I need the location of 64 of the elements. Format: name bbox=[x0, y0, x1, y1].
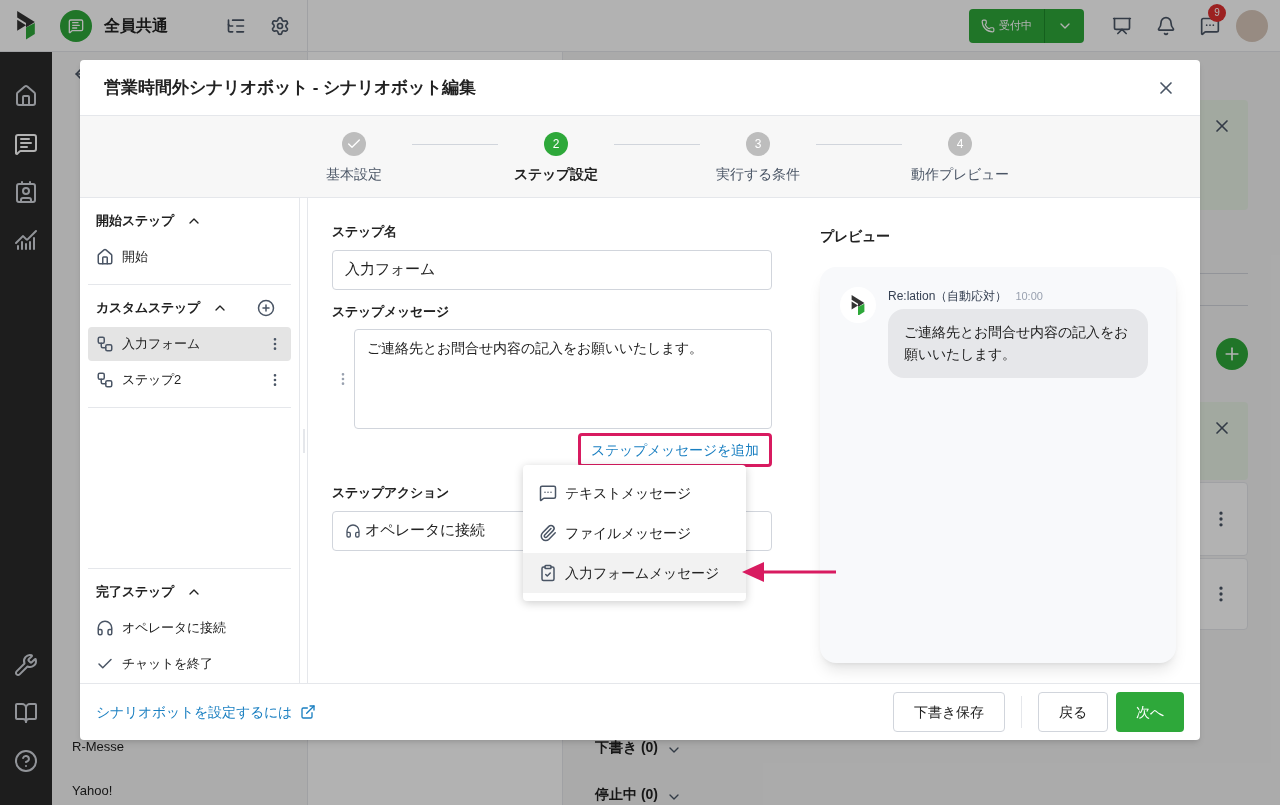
settings-icon[interactable] bbox=[270, 15, 290, 36]
board-icon[interactable] bbox=[1112, 15, 1132, 36]
headset-icon bbox=[96, 619, 114, 637]
external-link-icon[interactable] bbox=[300, 704, 316, 720]
section-heading[interactable]: 停止中 (0) bbox=[595, 784, 658, 805]
dialog-title: 営業時間外シナリオボット - シナリオボット編集 bbox=[104, 76, 477, 99]
paperclip-icon bbox=[539, 524, 557, 542]
phone-icon bbox=[981, 18, 995, 33]
add-icon[interactable] bbox=[257, 299, 275, 317]
group-heading: 開始ステップ bbox=[96, 212, 174, 231]
menu-item[interactable]: ファイルメッセージ bbox=[523, 513, 746, 553]
preview-title: プレビュー bbox=[820, 227, 891, 246]
menu-item[interactable]: 入力フォームメッセージ bbox=[523, 553, 746, 593]
chat-bubble-icon bbox=[539, 484, 557, 502]
notification-badge: 9 bbox=[1208, 3, 1226, 22]
step-name-field[interactable]: 入力フォーム bbox=[332, 249, 772, 290]
home-icon[interactable] bbox=[14, 84, 38, 108]
footer-button[interactable]: 下書き保存 bbox=[893, 692, 1005, 732]
help-icon[interactable] bbox=[14, 749, 38, 773]
message-time: 10:00 bbox=[1015, 288, 1043, 304]
sidebar-item[interactable]: Yahoo! bbox=[72, 784, 113, 797]
step-indicator: 4 bbox=[948, 132, 972, 156]
sidebar-item[interactable]: R-Messe bbox=[72, 740, 124, 753]
bot-avatar-icon bbox=[850, 294, 866, 316]
step-label: ステップ設定 bbox=[514, 165, 598, 184]
step-label: 実行する条件 bbox=[716, 165, 800, 184]
contact-icon[interactable] bbox=[14, 180, 38, 204]
step-node-icon bbox=[96, 335, 114, 353]
field-label: ステップアクション bbox=[332, 484, 449, 502]
step-item[interactable]: チャットを終了 bbox=[88, 647, 291, 681]
tools-icon[interactable] bbox=[14, 653, 38, 677]
chat-icon[interactable] bbox=[1200, 15, 1220, 36]
field-label: ステップメッセージ bbox=[332, 302, 449, 321]
group-heading: 完了ステップ bbox=[96, 583, 174, 602]
step-item[interactable]: 入力フォーム bbox=[88, 327, 291, 361]
chart-icon[interactable] bbox=[14, 228, 38, 252]
chat-bubble: ご連絡先とお問合せ内容の記入をお願いいたします。 bbox=[888, 309, 1148, 378]
workspace-icon bbox=[60, 9, 92, 42]
sender-name: Re:lation（自動応対） bbox=[888, 288, 1008, 305]
footer-button[interactable]: 戻る bbox=[1038, 692, 1108, 732]
step-item[interactable]: オペレータに接続 bbox=[88, 611, 291, 645]
logo-icon bbox=[15, 11, 37, 40]
group-heading: カスタムステップ bbox=[96, 299, 200, 318]
message-field[interactable]: ご連絡先とお問合せ内容の記入をお願いいたします。 bbox=[354, 329, 772, 429]
bell-icon[interactable] bbox=[1156, 15, 1176, 36]
step-item[interactable]: ステップ2 bbox=[88, 363, 291, 397]
clipboard-check-icon bbox=[539, 564, 557, 582]
step-indicator: 3 bbox=[746, 132, 770, 156]
step-node-icon bbox=[96, 371, 114, 389]
step-indicator: 2 bbox=[544, 132, 568, 156]
help-link[interactable]: シナリオボットを設定するには bbox=[96, 701, 292, 723]
step-label: 動作プレビュー bbox=[911, 165, 1009, 184]
field-label: ステップ名 bbox=[332, 223, 398, 241]
home-icon bbox=[96, 248, 114, 266]
menu-item[interactable]: テキストメッセージ bbox=[523, 473, 746, 513]
add-message-link[interactable]: ステップメッセージを追加 bbox=[591, 442, 759, 458]
workspace-name: 全員共通 bbox=[104, 15, 169, 36]
step-label: 基本設定 bbox=[326, 165, 382, 184]
section-heading[interactable]: 下書き (0) bbox=[595, 737, 658, 758]
inbox-icon[interactable] bbox=[14, 132, 38, 156]
add-button[interactable] bbox=[1216, 338, 1248, 370]
book-icon[interactable] bbox=[14, 701, 38, 725]
headset-icon bbox=[345, 522, 361, 539]
step-item[interactable]: 開始 bbox=[88, 240, 291, 274]
